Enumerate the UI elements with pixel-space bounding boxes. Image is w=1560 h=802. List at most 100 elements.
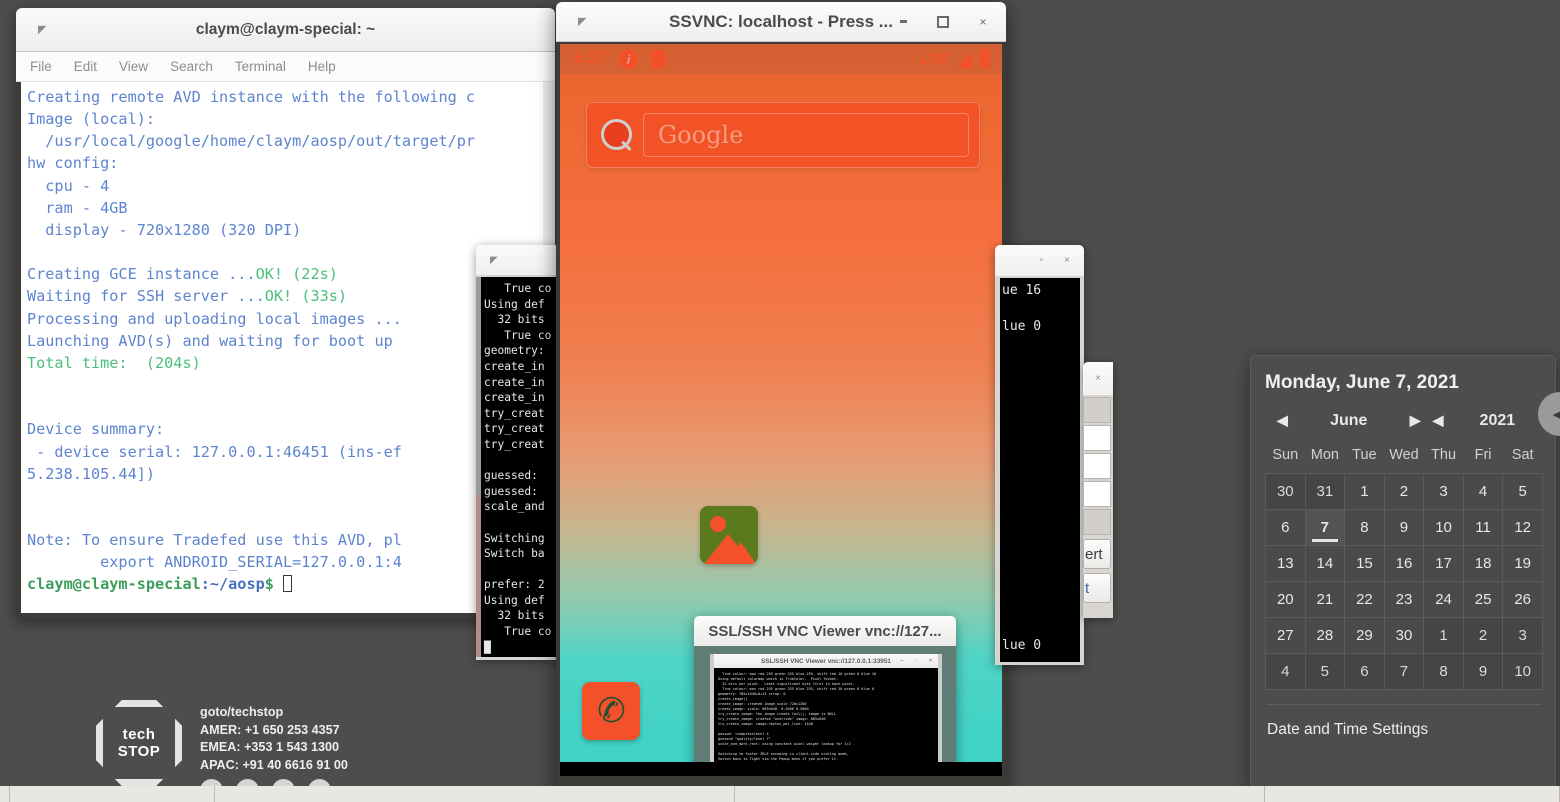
minimize-icon[interactable]: – [901, 658, 904, 664]
close-icon[interactable]: × [1095, 373, 1101, 384]
xterm-right-output[interactable]: ue 16 lue 0 [1000, 278, 1080, 662]
gallery-icon[interactable] [700, 506, 758, 564]
calendar-day[interactable]: 9 [1463, 654, 1503, 690]
calendar-day[interactable]: 16 [1384, 546, 1424, 582]
calendar-day[interactable]: 1 [1424, 618, 1464, 654]
calendar-day[interactable]: 10 [1424, 510, 1464, 546]
calendar-day[interactable]: 27 [1266, 618, 1306, 654]
dialog-field-row[interactable] [1083, 481, 1111, 507]
maximize-icon[interactable]: ▫ [1040, 255, 1044, 266]
xterm-right-titlebar[interactable]: ▫ × [995, 245, 1084, 276]
calendar-day[interactable]: 21 [1305, 582, 1345, 618]
menu-item-terminal[interactable]: Terminal [235, 59, 286, 74]
window-menu-icon[interactable]: ◤ [490, 255, 498, 266]
calendar-day[interactable]: 15 [1345, 546, 1385, 582]
nested-vnc-inner-window[interactable]: SSL/SSH VNC Viewer vnc://127.0.0.1:33951… [710, 654, 942, 776]
terminal-titlebar[interactable]: ◤ claym@claym-special: ~ [16, 8, 555, 52]
taskbar-item[interactable] [1265, 786, 1560, 802]
maximize-icon[interactable] [936, 15, 950, 29]
menu-item-search[interactable]: Search [170, 59, 213, 74]
taskbar-item[interactable] [735, 786, 1265, 802]
taskbar-item[interactable] [10, 786, 215, 802]
calendar-day[interactable]: 26 [1503, 582, 1543, 618]
taskbar-item[interactable] [0, 786, 10, 802]
calendar-day[interactable]: 2 [1384, 474, 1424, 510]
calendar-day[interactable]: 8 [1345, 510, 1385, 546]
calendar-day[interactable]: 3 [1424, 474, 1464, 510]
calendar-day[interactable]: 10 [1503, 654, 1543, 690]
date-and-time-settings-link[interactable]: Date and Time Settings [1265, 705, 1543, 739]
taskbar[interactable] [0, 786, 1560, 802]
calendar-day[interactable]: 19 [1503, 546, 1543, 582]
android-screen[interactable]: 6:37 i LTE Google [560, 44, 1002, 776]
calendar-day[interactable]: 6 [1345, 654, 1385, 690]
close-icon[interactable]: × [929, 658, 932, 664]
menu-item-file[interactable]: File [30, 59, 52, 74]
calendar-day[interactable]: 9 [1384, 510, 1424, 546]
calendar-day[interactable]: 11 [1463, 510, 1503, 546]
ssvnc-window[interactable]: ◤ SSVNC: localhost - Press ... × 6:37 i … [556, 2, 1006, 798]
calendar-day[interactable]: 30 [1384, 618, 1424, 654]
close-icon[interactable]: × [976, 15, 990, 29]
background-dialog-titlebar[interactable]: × [1083, 362, 1113, 395]
minimize-icon[interactable] [896, 15, 910, 29]
calendar-navigation[interactable]: ◀ June ▶ ◀ 2021 ▶ [1265, 410, 1543, 431]
calendar-day[interactable]: 25 [1463, 582, 1503, 618]
calendar-day[interactable]: 2 [1463, 618, 1503, 654]
calendar-day[interactable]: 14 [1305, 546, 1345, 582]
calendar-day[interactable]: 12 [1503, 510, 1543, 546]
calendar-day-today[interactable]: 7 [1305, 510, 1345, 546]
ssvnc-titlebar[interactable]: ◤ SSVNC: localhost - Press ... × [556, 2, 1006, 42]
window-menu-icon[interactable]: ◤ [38, 23, 46, 36]
calendar-day[interactable]: 17 [1424, 546, 1464, 582]
calendar-day[interactable]: 24 [1424, 582, 1464, 618]
terminal-output[interactable]: Creating remote AVD instance with the fo… [21, 82, 550, 613]
calendar-popup[interactable]: Monday, June 7, 2021 ◀ June ▶ ◀ 2021 ▶ S… [1250, 355, 1556, 797]
calendar-day[interactable]: 13 [1266, 546, 1306, 582]
android-navigation-bar[interactable] [560, 762, 1002, 776]
calendar-day[interactable]: 4 [1463, 474, 1503, 510]
dialog-field-row[interactable] [1083, 509, 1111, 535]
search-input[interactable]: Google [643, 113, 969, 157]
terminal-window[interactable]: ◤ claym@claym-special: ~ File Edit View … [16, 8, 555, 619]
menu-item-help[interactable]: Help [308, 59, 336, 74]
calendar-day[interactable]: 18 [1463, 546, 1503, 582]
phone-icon[interactable]: ✆ [582, 682, 640, 740]
dialog-field-row[interactable] [1083, 397, 1111, 423]
calendar-day[interactable]: 20 [1266, 582, 1306, 618]
dialog-link-button[interactable]: t [1083, 573, 1111, 603]
background-dialog[interactable]: × ert t [1083, 362, 1113, 618]
calendar-day[interactable]: 30 [1266, 474, 1306, 510]
dialog-field-row[interactable] [1083, 453, 1111, 479]
calendar-day[interactable]: 31 [1305, 474, 1345, 510]
close-icon[interactable]: × [1064, 255, 1070, 266]
calendar-day[interactable]: 28 [1305, 618, 1345, 654]
calendar-day[interactable]: 4 [1266, 654, 1306, 690]
calendar-day[interactable]: 6 [1266, 510, 1306, 546]
ssvnc-window-controls[interactable]: × [896, 15, 990, 29]
maximize-icon[interactable]: ▫ [915, 658, 917, 664]
prev-year-icon[interactable]: ◀ [1427, 410, 1450, 431]
calendar-day[interactable]: 7 [1384, 654, 1424, 690]
calendar-day[interactable]: 3 [1503, 618, 1543, 654]
nested-vnc-inner-titlebar[interactable]: SSL/SSH VNC Viewer vnc://127.0.0.1:33951… [714, 654, 938, 668]
calendar-day[interactable]: 8 [1424, 654, 1464, 690]
calendar-grid[interactable]: Sun Mon Tue Wed Thu Fri Sat 303112345678… [1265, 441, 1543, 690]
xterm-window-right[interactable]: ▫ × ue 16 lue 0 lue 0 [995, 245, 1084, 665]
calendar-day[interactable]: 5 [1503, 474, 1543, 510]
calendar-day[interactable]: 5 [1305, 654, 1345, 690]
menu-item-view[interactable]: View [119, 59, 148, 74]
nested-vnc-inner-controls[interactable]: – ▫ × [901, 658, 932, 664]
calendar-day[interactable]: 1 [1345, 474, 1385, 510]
dialog-field-row[interactable] [1083, 425, 1111, 451]
terminal-menubar[interactable]: File Edit View Search Terminal Help [16, 52, 555, 82]
prev-month-icon[interactable]: ◀ [1271, 410, 1294, 431]
menu-item-edit[interactable]: Edit [74, 59, 97, 74]
calendar-day[interactable]: 23 [1384, 582, 1424, 618]
nested-vnc-viewer-window[interactable]: SSL/SSH VNC Viewer vnc://127... SSL/SSH … [694, 616, 956, 776]
taskbar-item[interactable] [215, 786, 735, 802]
calendar-day[interactable]: 22 [1345, 582, 1385, 618]
next-month-icon[interactable]: ▶ [1404, 410, 1427, 431]
google-search-widget[interactable]: Google [586, 102, 980, 168]
window-menu-icon[interactable]: ◤ [578, 15, 586, 28]
